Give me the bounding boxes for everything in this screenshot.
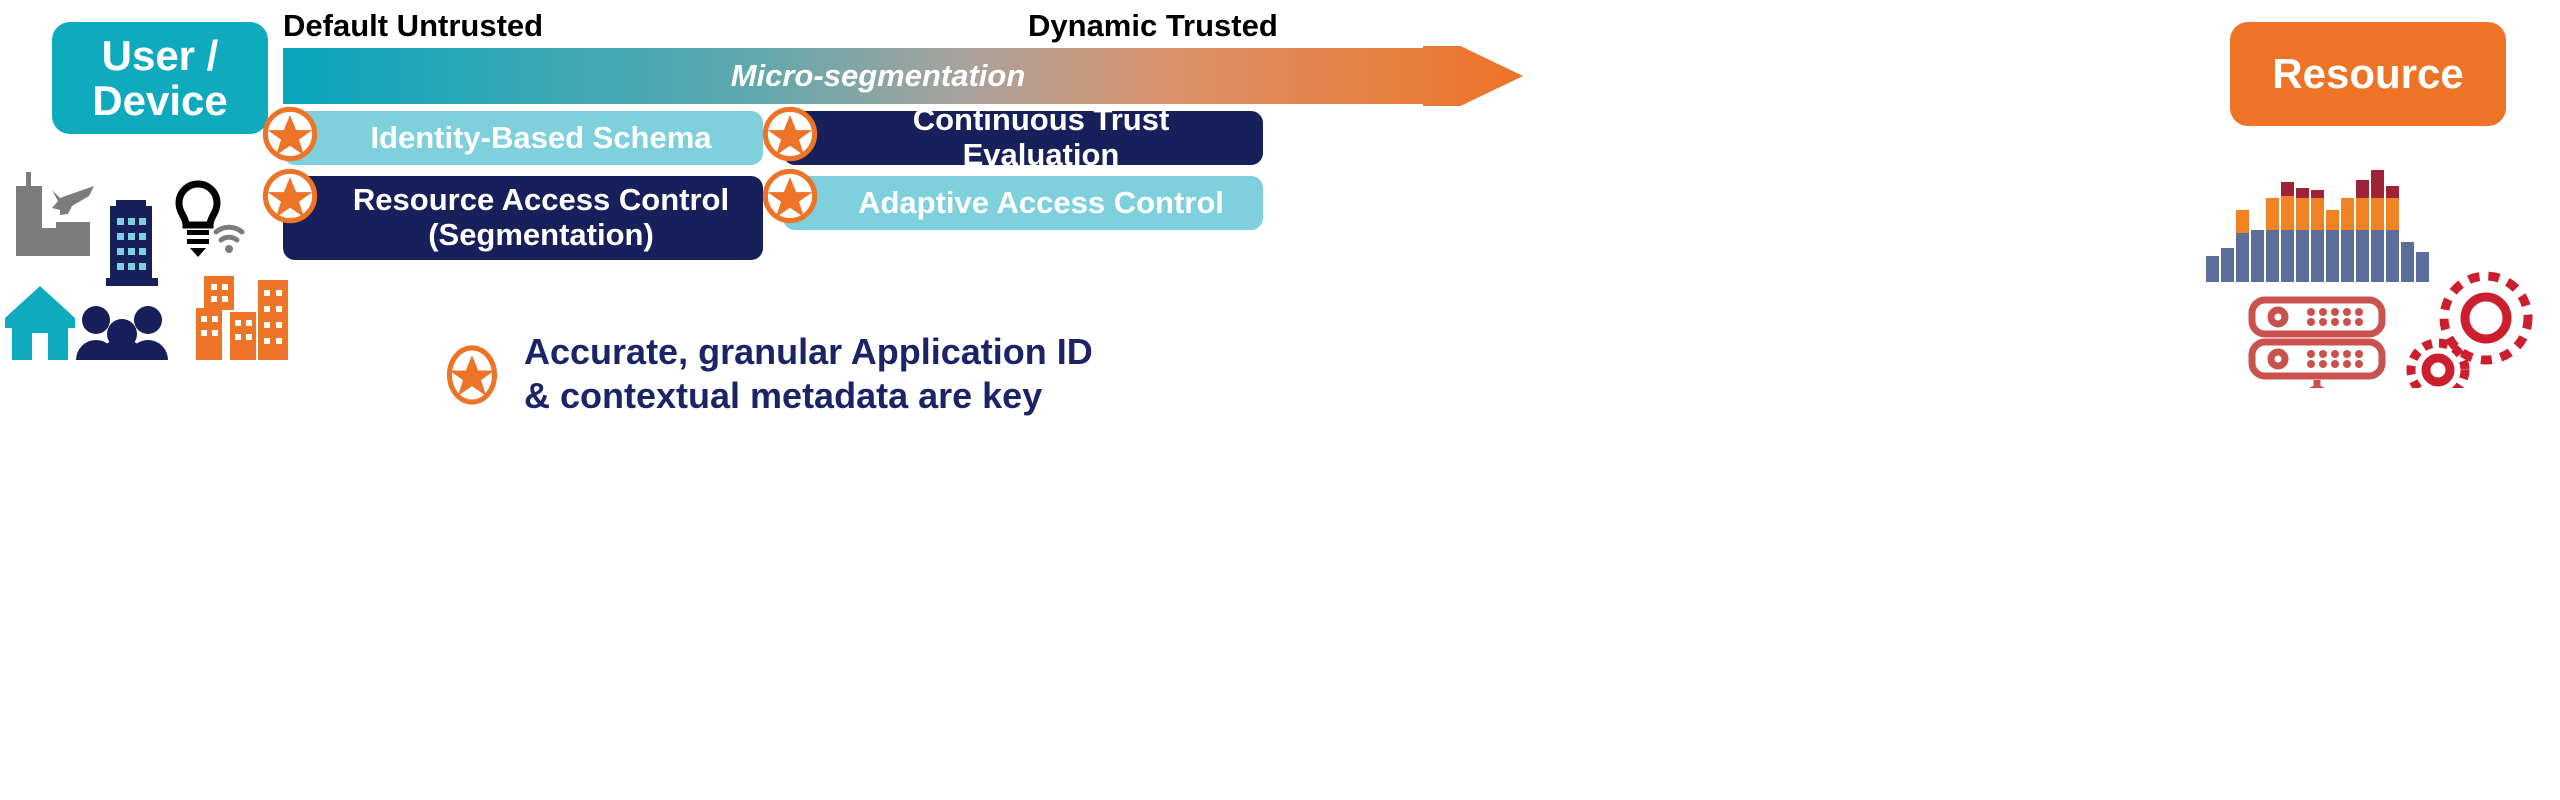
bar-chart-icon	[2206, 170, 2429, 282]
lightbulb-wifi-icon	[175, 180, 245, 257]
star-badge-icon	[762, 168, 818, 224]
factory-airplane-icon	[16, 172, 94, 256]
bar-continuous-trust-evaluation: Continuous Trust Evaluation	[783, 102, 1263, 172]
gears-icon	[2406, 271, 2533, 388]
city-buildings-icon	[196, 276, 288, 360]
user-device-label: User / Device	[92, 31, 228, 124]
bar-identity-label: Identity-Based Schema	[370, 119, 712, 155]
people-group-icon	[76, 306, 168, 360]
bar-continuous-label: Continuous Trust Evaluation	[912, 102, 1170, 172]
bar-resource-access-label: Resource Access Control (Segmentation)	[352, 182, 730, 252]
resource-box: Resource	[2230, 22, 2506, 126]
diagram-canvas: User / Device Resource Default Untrusted…	[0, 0, 2560, 800]
office-building-icon	[106, 200, 158, 286]
star-badge-icon	[762, 106, 818, 162]
house-icon	[5, 286, 75, 360]
resource-label: Resource	[2272, 50, 2464, 98]
bar-adaptive-access-control: Adaptive Access Control	[783, 176, 1263, 230]
right-icon-cluster	[2180, 158, 2560, 388]
bar-identity-based-schema: Identity-Based Schema	[283, 111, 763, 165]
default-untrusted-label: Default Untrusted	[283, 8, 544, 43]
user-device-box: User / Device	[52, 22, 268, 134]
dynamic-trusted-label: Dynamic Trusted	[1028, 8, 1278, 43]
left-icon-cluster	[0, 168, 300, 360]
micro-segmentation-arrow	[283, 46, 1523, 106]
star-badge-icon	[443, 344, 501, 406]
footnote-text: Accurate, granular Application ID & cont…	[524, 331, 1093, 416]
star-badge-icon	[262, 106, 318, 162]
bar-adaptive-label: Adaptive Access Control	[858, 184, 1224, 220]
bar-resource-access-control: Resource Access Control (Segmentation)	[283, 176, 763, 260]
